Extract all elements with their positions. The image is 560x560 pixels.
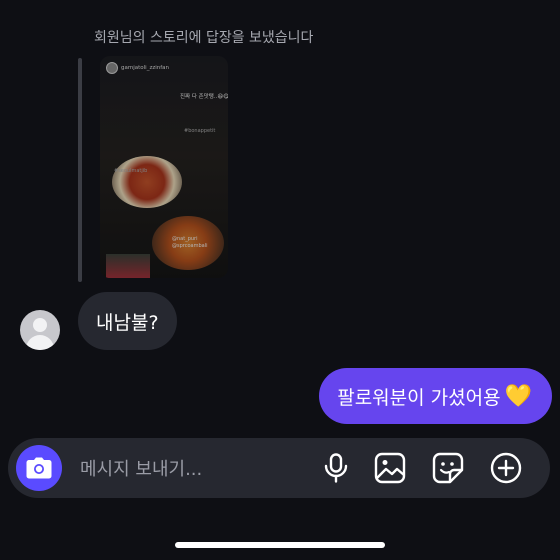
avatar-head: [33, 318, 47, 332]
microphone-icon: [324, 453, 348, 483]
gallery-button[interactable]: [372, 450, 408, 486]
avatar-body: [26, 335, 54, 350]
story-dim-overlay: [100, 56, 228, 278]
message-composer: [8, 438, 550, 498]
microphone-button[interactable]: [318, 450, 354, 486]
yellow-heart-icon: 💛: [504, 383, 532, 409]
add-icon: [490, 452, 522, 484]
incoming-message-text: 내남불?: [96, 311, 159, 334]
quote-bar: [78, 58, 82, 282]
outgoing-message-bubble[interactable]: 팔로워분이 가셨어용 💛: [319, 368, 552, 424]
add-button[interactable]: [488, 450, 524, 486]
outgoing-message-text: 팔로워분이 가셨어용: [337, 386, 501, 409]
sender-avatar[interactable]: [20, 310, 60, 350]
camera-icon: [26, 457, 52, 479]
story-preview[interactable]: gamjatoli_zzinfan 진짜 다 존맛탱..😆😋 #bonappet…: [100, 56, 228, 278]
incoming-message-bubble[interactable]: 내남불?: [78, 292, 177, 350]
sticker-button[interactable]: [430, 450, 466, 486]
sticker-icon: [432, 452, 464, 484]
gallery-icon: [374, 452, 406, 484]
camera-button[interactable]: [16, 445, 62, 491]
home-indicator[interactable]: [175, 542, 385, 548]
story-reply-note: 회원님의 스토리에 답장을 보냈습니다: [94, 30, 314, 46]
message-input[interactable]: [78, 452, 302, 486]
